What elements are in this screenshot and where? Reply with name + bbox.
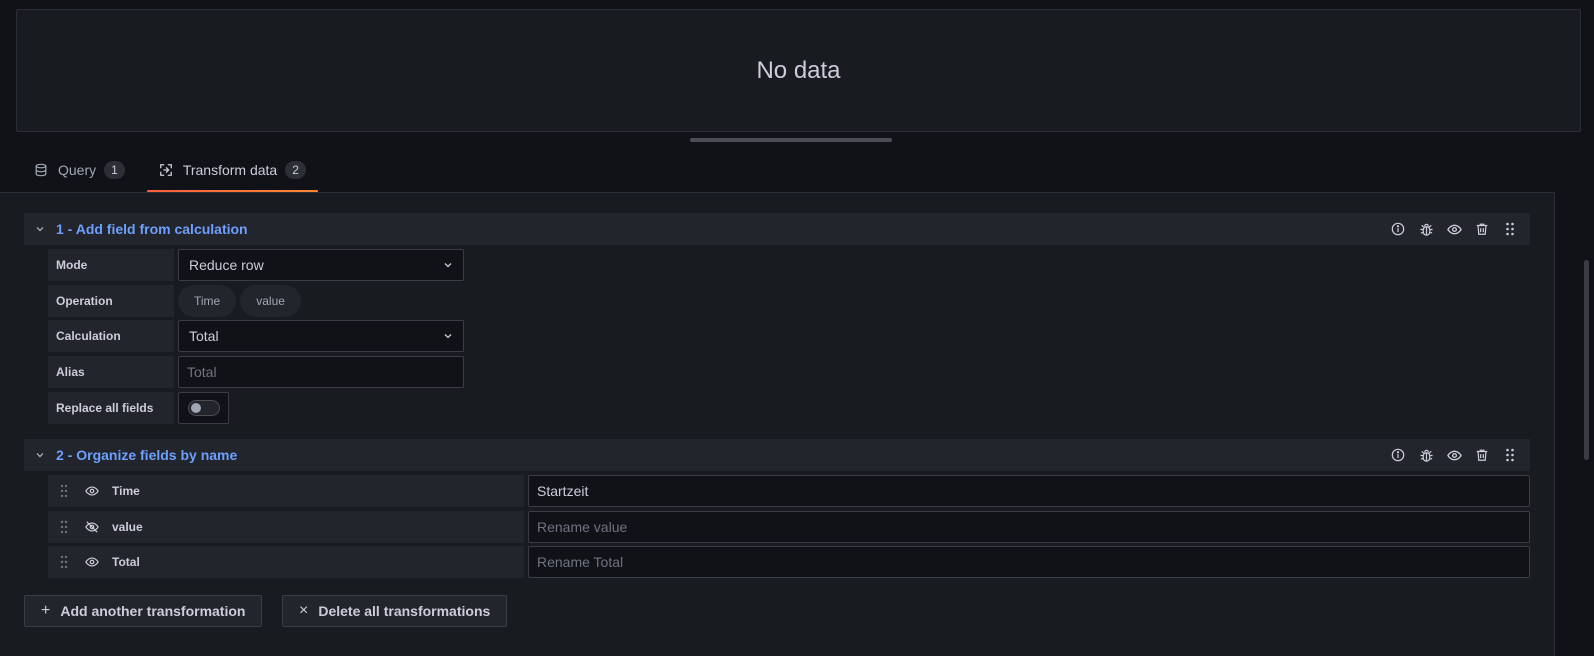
transformation-2-header[interactable]: 2 - Organize fields by name — [24, 439, 1530, 471]
tab-query-count: 1 — [104, 161, 125, 179]
tab-transform-data[interactable]: Transform data 2 — [146, 152, 319, 193]
calculation-row: Calculation Total — [48, 320, 464, 352]
organize-field-time: Time — [48, 475, 524, 507]
chevron-down-icon — [443, 328, 453, 344]
drag-handle-icon[interactable] — [1502, 447, 1518, 463]
organize-field-value: value — [48, 511, 524, 543]
alias-label: Alias — [48, 356, 174, 388]
chevron-down-icon[interactable] — [24, 224, 56, 234]
mode-select[interactable]: Reduce row — [178, 249, 464, 281]
organize-field-total: Total — [48, 546, 524, 578]
tab-query[interactable]: Query 1 — [22, 152, 137, 188]
drag-handle-icon[interactable] — [1502, 221, 1518, 237]
database-icon — [34, 162, 50, 178]
editor-tabs: Query 1 Transform data 2 — [0, 152, 319, 193]
eye-icon[interactable] — [1446, 447, 1462, 463]
drag-handle-icon[interactable] — [48, 520, 80, 534]
debug-bug-icon[interactable] — [1418, 221, 1434, 237]
tab-transform-count: 2 — [285, 161, 306, 179]
info-icon[interactable] — [1390, 221, 1406, 237]
no-data-message: No data — [756, 56, 841, 84]
eye-icon[interactable] — [1446, 221, 1462, 237]
transformation-2-title[interactable]: 2 - Organize fields by name — [56, 447, 237, 463]
pane-resize-handle[interactable] — [690, 138, 892, 142]
tab-transform-label: Transform data — [182, 162, 278, 178]
organize-row-time: Time — [48, 475, 1530, 507]
mode-row: Mode Reduce row — [48, 249, 464, 281]
close-icon: × — [299, 602, 309, 619]
field-name: Total — [112, 555, 140, 569]
rename-value-input[interactable] — [528, 511, 1530, 543]
replace-all-fields-toggle[interactable] — [187, 400, 220, 416]
info-icon[interactable] — [1390, 447, 1406, 463]
tab-query-label: Query — [58, 162, 97, 178]
replace-all-fields-label: Replace all fields — [48, 392, 174, 424]
transformation-1-header[interactable]: 1 - Add field from calculation — [24, 213, 1530, 245]
chevron-down-icon[interactable] — [24, 450, 56, 460]
eye-slash-icon[interactable] — [80, 520, 104, 534]
field-name: value — [112, 520, 143, 534]
operation-row: Operation Time value — [48, 285, 305, 317]
operation-label: Operation — [48, 285, 174, 317]
replace-all-fields-row: Replace all fields — [48, 392, 229, 424]
transformation-1-title[interactable]: 1 - Add field from calculation — [56, 221, 248, 237]
mode-value: Reduce row — [189, 257, 264, 273]
alias-input[interactable] — [178, 356, 464, 388]
alias-row: Alias — [48, 356, 464, 388]
add-transformation-button[interactable]: + Add another transformation — [24, 595, 263, 627]
rename-total-input[interactable] — [528, 546, 1530, 578]
transformation-1-actions — [1390, 221, 1518, 237]
trash-icon[interactable] — [1474, 447, 1490, 463]
mode-label: Mode — [48, 249, 174, 281]
field-name: Time — [112, 484, 140, 498]
delete-all-transformations-button[interactable]: × Delete all transformations — [282, 595, 508, 627]
calculation-value: Total — [189, 328, 219, 344]
scrollbar[interactable] — [1584, 260, 1589, 460]
add-transformation-label: Add another transformation — [60, 603, 246, 619]
calculation-label: Calculation — [48, 320, 174, 352]
chevron-down-icon — [443, 257, 453, 273]
eye-icon[interactable] — [80, 484, 104, 498]
debug-bug-icon[interactable] — [1418, 447, 1434, 463]
plus-icon: + — [41, 602, 51, 619]
drag-handle-icon[interactable] — [48, 484, 80, 498]
delete-all-transformations-label: Delete all transformations — [318, 603, 491, 619]
trash-icon[interactable] — [1474, 221, 1490, 237]
organize-row-value: value — [48, 511, 1530, 543]
transformation-2-actions — [1390, 447, 1518, 463]
eye-icon[interactable] — [80, 555, 104, 569]
replace-all-fields-toggle-wrapper — [178, 392, 229, 424]
drag-handle-icon[interactable] — [48, 555, 80, 569]
panel-preview: No data — [16, 9, 1581, 132]
organize-row-total: Total — [48, 546, 1530, 578]
operation-pill-time[interactable]: Time — [178, 285, 237, 317]
calculation-select[interactable]: Total — [178, 320, 464, 352]
rename-time-input[interactable] — [528, 475, 1530, 507]
operation-pill-value[interactable]: value — [240, 285, 301, 317]
transform-icon — [159, 162, 175, 178]
